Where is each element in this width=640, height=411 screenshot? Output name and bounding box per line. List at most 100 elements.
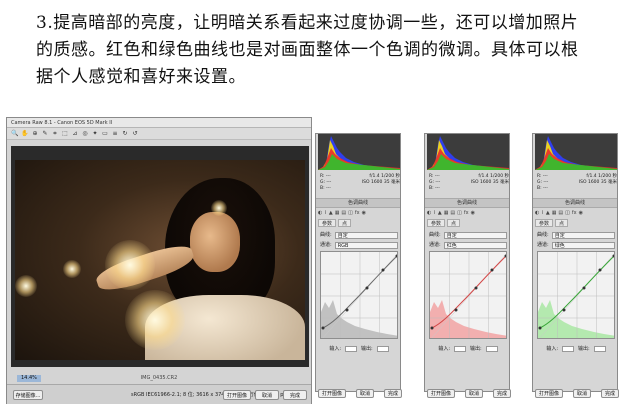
tone-curve-graph[interactable] [429,251,507,339]
split-tone-icon[interactable]: ▤ [558,209,563,217]
curve-point[interactable] [598,268,602,272]
channel-select[interactable]: RGB [334,241,398,249]
curve-point[interactable] [490,268,494,272]
red-eye-icon[interactable]: ✦ [91,130,99,138]
camera-calibration-icon[interactable]: ◉ [579,209,583,217]
basic-panel-icon[interactable]: ◐ [427,209,431,217]
curve-preset-select[interactable]: 自定 [443,231,507,239]
preview-photo[interactable] [15,160,305,360]
done-button[interactable]: 完成 [383,389,402,398]
detail-panel-icon[interactable]: ▲ [329,209,333,217]
output-field[interactable] [593,345,606,352]
detail-panel-icon[interactable]: ▲ [438,209,442,217]
curve-preset-select[interactable]: 自定 [551,231,615,239]
curve-preset-select[interactable]: 自定 [334,231,398,239]
split-tone-icon[interactable]: ▤ [450,209,455,217]
lens-correction-icon[interactable]: ◫ [457,209,462,217]
done-button[interactable]: 完成 [283,390,307,400]
basic-panel-icon[interactable]: ◐ [535,209,539,217]
panel-buttons: 打开图像 取消 完成 [535,389,619,398]
split-tone-icon[interactable]: ▤ [341,209,346,217]
output-field[interactable] [376,345,389,352]
tab-parametric[interactable]: 参数 [427,219,446,227]
spot-removal-icon[interactable]: ◎ [81,130,89,138]
crop-tool-icon[interactable]: ⬚ [61,130,69,138]
hsl-panel-icon[interactable]: ▦ [552,209,557,217]
output-field[interactable] [485,345,498,352]
detail-panel-icon[interactable]: ▲ [546,209,550,217]
basic-panel-icon[interactable]: ◐ [318,209,322,217]
cancel-button[interactable]: 取消 [355,389,374,398]
tone-curve-icon[interactable]: ⌇ [324,209,326,217]
panel-tab-title[interactable]: 色调曲线 [533,198,617,208]
curve-point[interactable] [381,268,385,272]
channel-select[interactable]: 绿色 [551,241,615,249]
tone-curve-graph[interactable] [537,251,615,339]
histogram [427,134,509,170]
open-image-button[interactable]: 打开图像 [535,389,564,398]
tone-curve-graph[interactable] [320,251,398,339]
status-bar: 14.4% 存储图像... sRGB IEC61966-2.1; 8 位; 36… [7,375,311,404]
done-button[interactable]: 完成 [492,389,511,398]
hand-tool-icon[interactable]: ✋ [21,130,29,138]
curve-preset-label: 曲线: [537,232,549,238]
hsl-panel-icon[interactable]: ▦ [444,209,449,217]
curve-point[interactable] [345,308,349,312]
curve-point[interactable] [538,326,542,330]
cancel-button[interactable]: 取消 [572,389,591,398]
cancel-button[interactable]: 取消 [464,389,483,398]
tone-curve-icon[interactable]: ⌇ [433,209,435,217]
curve-point[interactable] [562,308,566,312]
input-field[interactable] [454,345,466,352]
save-image-button[interactable]: 存储图像... [13,390,43,400]
curve-point[interactable] [430,326,434,330]
target-adjust-icon[interactable]: ⌗ [51,130,59,138]
input-field[interactable] [345,345,357,352]
input-field[interactable] [562,345,574,352]
rotate-left-icon[interactable]: ↺ [131,130,139,138]
open-image-button[interactable]: 打开图像 [318,389,347,398]
tab-point[interactable]: 点 [555,219,569,227]
effects-panel-icon[interactable]: fx [464,209,469,217]
camera-calibration-icon[interactable]: ◉ [471,209,475,217]
panel-tab-title[interactable]: 色调曲线 [316,198,400,208]
curve-point[interactable] [365,286,369,290]
curve-point[interactable] [582,286,586,290]
zoom-tool-icon[interactable]: 🔍 [11,130,19,138]
open-image-button[interactable]: 打开图像 [427,389,456,398]
hsl-panel-icon[interactable]: ▦ [335,209,340,217]
tab-point[interactable]: 点 [447,219,461,227]
graduated-filter-icon[interactable]: ≡ [111,130,119,138]
straighten-tool-icon[interactable]: ⊿ [71,130,79,138]
zoom-level[interactable]: 14.4% [17,375,41,382]
curve-point[interactable] [474,286,478,290]
pixel-readout: R: --- f/1.4 1/200 秒 G: --- ISO 1600 35 毫米 B… [537,174,617,192]
histogram [318,134,400,170]
output-label: 输出: [470,346,482,352]
effects-panel-icon[interactable]: fx [572,209,577,217]
rotate-right-icon[interactable]: ↻ [121,130,129,138]
color-sampler-icon[interactable]: ✎ [41,130,49,138]
light-glow [211,200,227,216]
effects-panel-icon[interactable]: fx [355,209,360,217]
photo-face [190,212,240,272]
camera-calibration-icon[interactable]: ◉ [362,209,366,217]
adjustment-brush-icon[interactable]: ▭ [101,130,109,138]
channel-select[interactable]: 红色 [443,241,507,249]
white-balance-tool-icon[interactable]: ⊕ [31,130,39,138]
done-button[interactable]: 完成 [600,389,619,398]
curve-point[interactable] [321,326,325,330]
curve-point[interactable] [454,308,458,312]
tone-curve-icon[interactable]: ⌇ [541,209,543,217]
cancel-button[interactable]: 取消 [255,390,279,400]
panel-icons: ◐ ⌇ ▲ ▦ ▤ ◫ fx ◉ [535,209,583,217]
tab-point[interactable]: 点 [338,219,352,227]
tab-parametric[interactable]: 参数 [535,219,554,227]
light-glow [15,275,37,297]
lens-correction-icon[interactable]: ◫ [348,209,353,217]
open-image-button[interactable]: 打开图像 [223,390,251,400]
lens-correction-icon[interactable]: ◫ [565,209,570,217]
tab-parametric[interactable]: 参数 [318,219,337,227]
histogram [535,134,617,170]
panel-tab-title[interactable]: 色调曲线 [425,198,509,208]
